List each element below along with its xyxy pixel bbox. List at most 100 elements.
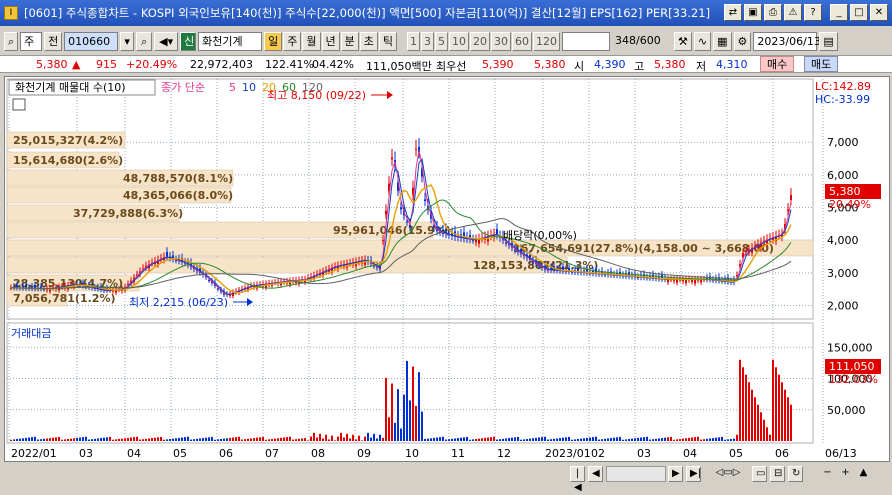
code-dropdown-icon[interactable]: ▾ [120,31,135,51]
calendar-icon[interactable]: ▤ [819,31,838,51]
interval-30[interactable]: 30 [491,31,512,51]
volume-current-pct: 132.03% [829,373,878,386]
interval-3[interactable]: 3 [421,31,435,51]
period-월[interactable]: 월 [302,31,321,51]
ma-legend-5: 5 [229,81,236,94]
volume-bar [583,438,585,441]
code-input[interactable]: 010660 [64,31,119,51]
volume-bar [40,439,42,441]
candle-body [166,251,168,258]
scroll-last-icon[interactable]: ▶| [686,466,701,482]
close-icon[interactable]: ✕ [870,4,888,21]
lock-icon[interactable]: ⌕ [4,31,19,51]
period-일[interactable]: 일 [264,31,283,51]
volume-bar [103,437,105,441]
volume-y-tick: 50,000 [827,404,866,417]
volume-bar [577,439,579,441]
scroll-first-icon[interactable]: |◀ [570,466,585,493]
volume-bar [256,437,258,441]
volume-bar [664,437,666,441]
screen-icon[interactable]: ▣ [744,4,762,21]
bottom-scrollbar[interactable]: |◀ ◀ ▶ ▶| ◁▭▷ ▭ ⊟ ↻ − + ▲ [0,462,892,493]
interval-input[interactable] [562,31,611,51]
arrow-up-icon[interactable]: ▲ [856,466,871,482]
period-초[interactable]: 초 [359,31,378,51]
volume-bar [514,437,516,441]
volume-bar [388,417,390,441]
zoom-in-icon[interactable]: ⊟ [770,466,785,482]
volume-bar [517,436,519,441]
speaker-icon[interactable]: ◀▾ [154,31,179,51]
draw-icon[interactable]: ∿ [693,31,712,51]
scroll-next-icon[interactable]: ▶ [668,466,683,482]
volume-bar [391,383,393,441]
interval-10[interactable]: 10 [449,31,470,51]
minus-icon[interactable]: − [820,466,835,482]
volume-bar [553,438,555,441]
zoom-slider[interactable]: ◁▭▷ [708,466,748,482]
volume-bar [274,438,276,441]
volume-bar [448,439,450,441]
volume-bar [541,437,543,441]
scroll-track[interactable] [606,466,666,482]
x-axis-label: 04 [127,447,141,460]
volume-bar [127,437,129,441]
volume-bar [586,437,588,441]
period-년[interactable]: 년 [321,31,340,51]
alert-icon[interactable]: ⚠ [784,4,802,21]
volume-bar [598,439,600,441]
volume-bar [601,439,603,441]
print-icon[interactable]: ⎙ [764,4,782,21]
maximize-icon[interactable]: □ [850,4,868,21]
count-display[interactable]: 348/600 [612,32,672,51]
chart-area[interactable]: 25,015,327(4.2%) 15,614,680(2.6%) 48,788,5… [4,76,890,462]
candle-body [382,240,384,242]
volume-bar [427,438,429,441]
search-icon[interactable]: ⌕ [136,31,153,51]
save-icon[interactable]: ▦ [713,31,732,51]
market-select[interactable]: 주 [20,31,43,51]
zoom-out-icon[interactable]: ▭ [752,466,767,482]
volume-bar [724,439,726,441]
minimize-icon[interactable]: _ [830,4,848,21]
help-icon[interactable]: ? [804,4,822,21]
period-주[interactable]: 주 [283,31,302,51]
tool-icon[interactable]: ⚒ [674,31,692,51]
volume-bar [283,437,285,441]
volume-bar [718,437,720,441]
volume-bar [148,438,150,441]
volume-bar [451,438,453,441]
volume-bar [64,439,66,441]
interval-5[interactable]: 5 [435,31,449,51]
volume-bar [382,437,384,441]
grid-toggle-icon[interactable] [12,98,26,111]
volume-bar [268,439,270,441]
volume-bar [646,436,648,441]
scroll-prev-icon[interactable]: ◀ [588,466,603,482]
sell-button[interactable]: 매도 [804,56,839,72]
ma-legend-10: 10 [242,81,256,94]
period-분[interactable]: 분 [340,31,359,51]
volume-bar [253,438,255,441]
interval-20[interactable]: 20 [470,31,491,51]
period-틱[interactable]: 틱 [378,31,398,51]
refresh-icon[interactable]: ↻ [788,466,803,482]
volume-bar [472,439,474,441]
up-arrow-icon: ▲ [72,58,81,71]
volume-bar [115,439,117,441]
prev-button[interactable]: 전 [44,31,63,51]
link-icon[interactable]: ⇄ [724,4,742,21]
plus-icon[interactable]: + [838,466,853,482]
volume-bar [706,438,708,441]
interval-120[interactable]: 120 [533,31,561,51]
volume-bar [334,440,336,441]
volume-bar [379,434,381,441]
date-input[interactable]: 2023/06/13 [753,31,821,51]
settings-icon[interactable]: ⚙ [733,31,752,51]
interval-60[interactable]: 60 [512,31,533,51]
stock-chart-svg[interactable]: 25,015,327(4.2%) 15,614,680(2.6%)48,788,5… [5,77,889,461]
buy-button[interactable]: 매수 [760,56,795,72]
interval-1[interactable]: 1 [407,31,421,51]
volume-bar [661,438,663,441]
volume-bar [124,438,126,441]
